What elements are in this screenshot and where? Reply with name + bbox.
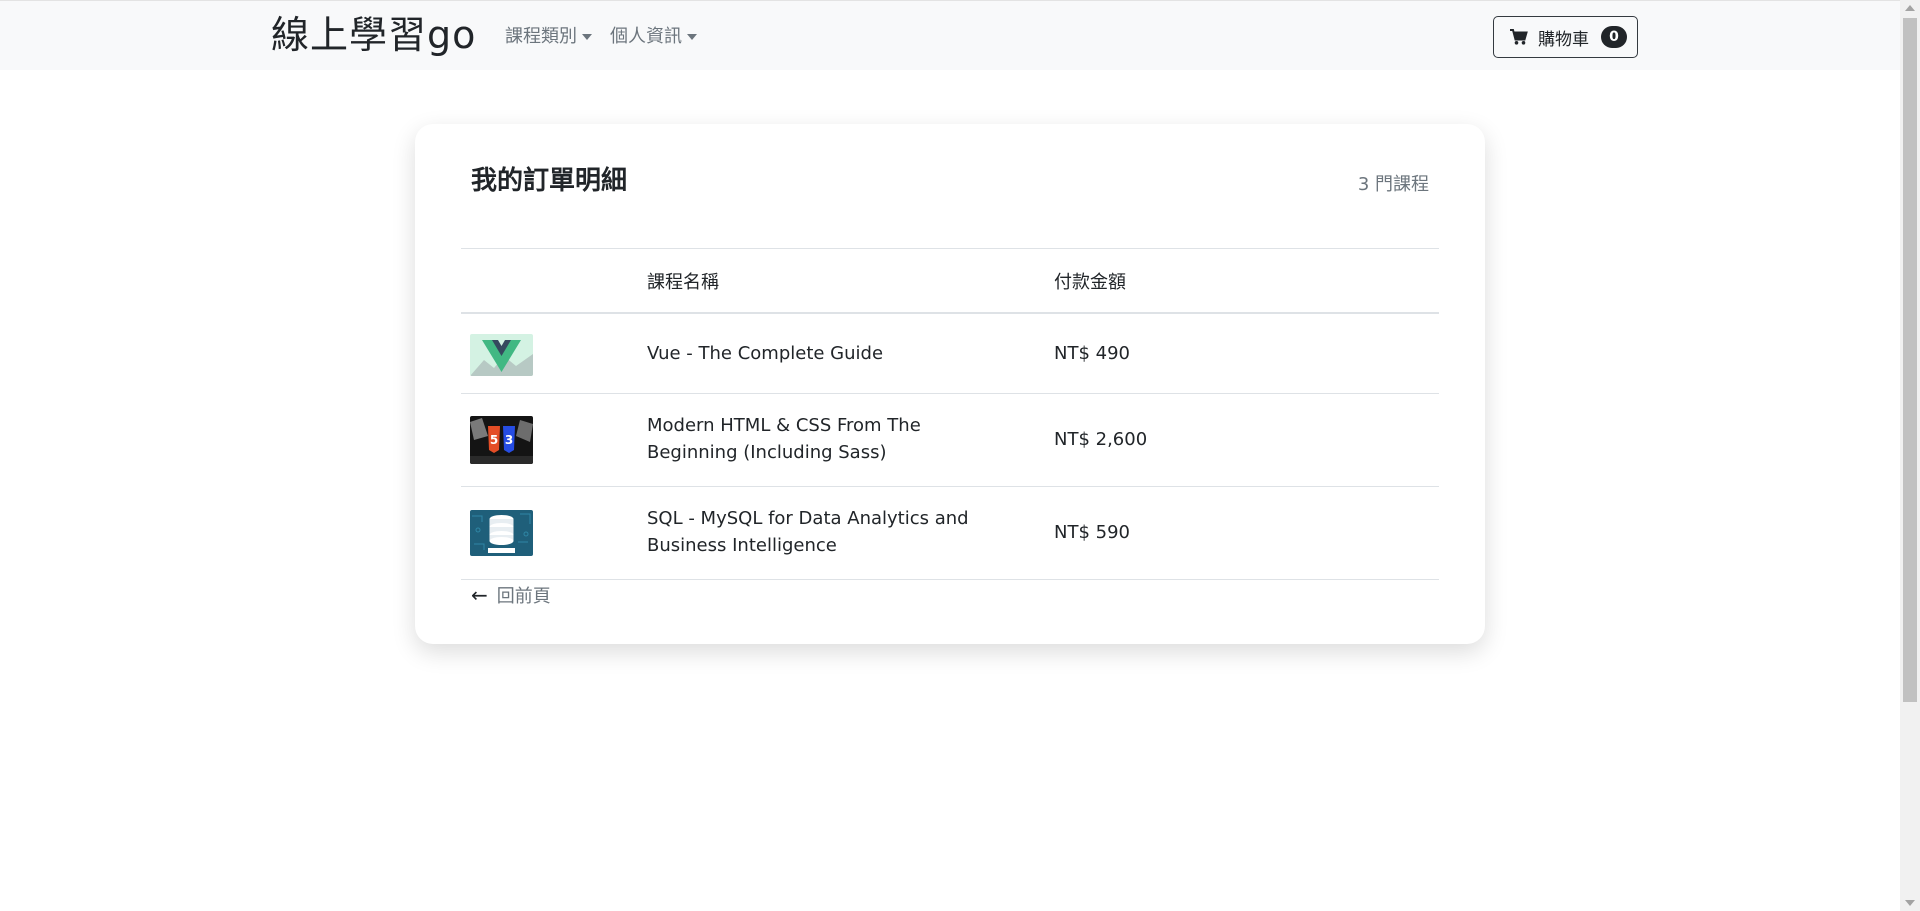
table-row: Vue - The Complete Guide NT$ 490 bbox=[461, 314, 1439, 394]
back-link[interactable]: ← 回前頁 bbox=[471, 582, 551, 608]
vue-logo-icon bbox=[470, 334, 533, 376]
table-header: 課程名稱 付款金額 bbox=[461, 248, 1439, 314]
course-name: Modern HTML & CSS From The Beginning (In… bbox=[647, 415, 921, 463]
caret-down-icon bbox=[687, 34, 697, 40]
vertical-scrollbar[interactable] bbox=[1900, 0, 1920, 911]
column-header-name: 課程名稱 bbox=[647, 272, 719, 293]
course-price: NT$ 490 bbox=[1054, 343, 1130, 364]
profile-dropdown[interactable]: 個人資訊 bbox=[610, 25, 697, 49]
scroll-up-icon[interactable] bbox=[1905, 5, 1915, 11]
page-title: 我的訂單明細 bbox=[471, 166, 628, 196]
database-icon bbox=[470, 510, 533, 556]
cart-icon bbox=[1510, 29, 1528, 45]
arrow-left-icon: ← bbox=[471, 583, 488, 607]
course-category-dropdown[interactable]: 課程類別 bbox=[505, 25, 592, 49]
course-name: SQL - MySQL for Data Analytics and Busin… bbox=[647, 508, 969, 556]
course-price: NT$ 590 bbox=[1054, 522, 1130, 543]
cart-count-badge: 0 bbox=[1601, 26, 1627, 48]
cart-button[interactable]: 購物車 0 bbox=[1493, 16, 1638, 58]
column-header-price: 付款金額 bbox=[1054, 272, 1126, 293]
caret-down-icon bbox=[582, 34, 592, 40]
scrollbar-thumb[interactable] bbox=[1903, 18, 1917, 702]
table-row: SQL - MySQL for Data Analytics and Busin… bbox=[461, 487, 1439, 580]
back-label: 回前頁 bbox=[496, 586, 551, 607]
css3-logo-icon: 5 3 bbox=[470, 416, 533, 464]
course-name: Vue - The Complete Guide bbox=[647, 343, 884, 364]
scroll-down-icon[interactable] bbox=[1905, 900, 1915, 906]
svg-text:5: 5 bbox=[490, 433, 498, 447]
profile-label: 個人資訊 bbox=[610, 26, 682, 47]
order-table: 課程名稱 付款金額 Vue - The Complete Guide NT$ 4… bbox=[461, 248, 1439, 580]
order-detail-card: 我的訂單明細 3 門課程 課程名稱 付款金額 Vue - The Complet… bbox=[415, 124, 1485, 644]
svg-text:3: 3 bbox=[505, 433, 513, 447]
cart-label: 購物車 bbox=[1538, 29, 1589, 50]
course-category-label: 課程類別 bbox=[505, 26, 577, 47]
table-row: 5 3 Modern HTML & CSS From The Beginning… bbox=[461, 394, 1439, 487]
top-navbar: 線上學習go 課程類別 個人資訊 購物車 0 bbox=[0, 0, 1900, 70]
brand-logo[interactable]: 線上學習go bbox=[271, 9, 476, 61]
course-price: NT$ 2,600 bbox=[1054, 429, 1148, 450]
course-count: 3 門課程 bbox=[1357, 174, 1429, 195]
